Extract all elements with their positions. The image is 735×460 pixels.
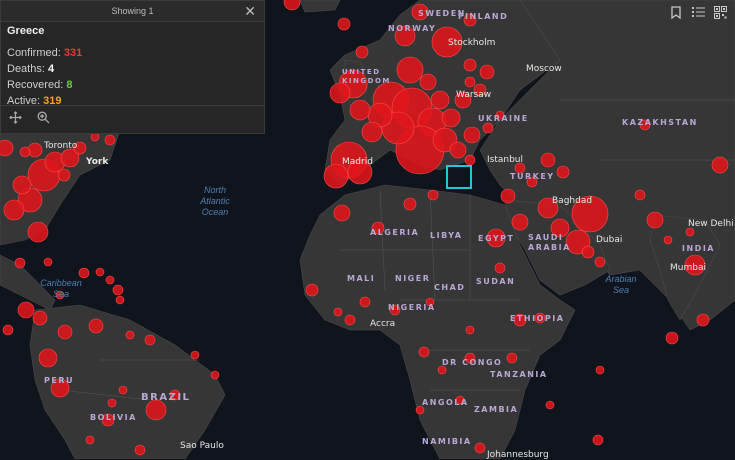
label-norway: NORWAY <box>388 24 437 33</box>
label-zambia: ZAMBIA <box>474 405 519 414</box>
label-kazakhstan: KAZAKHSTAN <box>622 118 698 127</box>
city-mumbai: Mumbai <box>670 263 706 273</box>
city-moscow: Moscow <box>526 64 562 74</box>
label-namibia: NAMIBIA <box>422 437 472 446</box>
label-turkey: TURKEY <box>510 172 555 181</box>
city-york: York <box>86 157 109 167</box>
qr-icon[interactable] <box>711 3 729 21</box>
label-bolivia: BOLIVIA <box>90 413 137 422</box>
popup-header: Showing 1 ✕ <box>1 1 264 22</box>
iceland-landmass <box>299 0 341 13</box>
popup-divider <box>1 105 264 106</box>
label-egypt: EGYPT <box>478 234 515 243</box>
deaths-row: Deaths: 4 <box>7 61 258 77</box>
label-niger: NIGER <box>395 274 431 283</box>
city-sao-paulo: Sao Paulo <box>180 441 224 451</box>
label-arabian-sea: Arabian Sea <box>605 274 637 295</box>
deaths-label: Deaths: <box>7 63 45 75</box>
zoom-icon[interactable] <box>35 111 51 127</box>
label-peru: PERU <box>44 376 74 385</box>
confirmed-label: Confirmed: <box>7 47 61 59</box>
city-dubai: Dubai <box>596 235 623 245</box>
city-warsaw: Warsaw <box>456 90 492 100</box>
popup-tools <box>7 111 51 127</box>
list-icon[interactable] <box>689 3 707 21</box>
recovered-value: 8 <box>66 79 73 91</box>
close-icon[interactable]: ✕ <box>244 1 256 21</box>
city-new-delhi: New Delhi <box>688 219 734 229</box>
label-ukraine: UKRAINE <box>478 114 529 123</box>
move-icon[interactable] <box>7 111 23 127</box>
deaths-value: 4 <box>47 63 55 75</box>
confirmed-value: 331 <box>63 47 83 59</box>
city-madrid: Madrid <box>342 157 373 167</box>
bookmark-icon[interactable] <box>667 3 685 21</box>
selected-feature-highlight[interactable] <box>446 165 472 189</box>
feature-popup: Showing 1 ✕ Greece Confirmed: 331 Deaths… <box>0 0 265 134</box>
popup-body: Greece Confirmed: 331 Deaths: 4 Recovere… <box>1 22 264 112</box>
label-sudan: SUDAN <box>476 277 516 286</box>
city-accra: Accra <box>370 319 396 329</box>
city-toronto: Toronto <box>44 141 78 151</box>
label-united-kingdom: UNITED KINGDOM <box>342 68 391 85</box>
label-tanzania: TANZANIA <box>490 370 548 379</box>
map-toolbar <box>667 3 729 21</box>
label-mali: MALI <box>347 274 376 283</box>
label-india: INDIA <box>682 244 715 253</box>
label-algeria: ALGERIA <box>370 228 420 237</box>
city-stockholm: Stockholm <box>448 38 496 48</box>
label-dr-congo: DR CONGO <box>442 358 503 367</box>
label-north-atlantic-ocean: North Atlantic Ocean <box>200 185 230 217</box>
label-nigeria: NIGERIA <box>388 303 436 312</box>
recovered-row: Recovered: 8 <box>7 77 258 93</box>
label-caribbean-sea: Caribbean Sea <box>40 278 82 299</box>
label-libya: LIBYA <box>430 231 463 240</box>
confirmed-row: Confirmed: 331 <box>7 45 258 61</box>
label-brazil: BRAZIL <box>141 392 191 403</box>
popup-header-label: Showing 1 <box>111 6 154 16</box>
popup-title: Greece <box>7 25 45 37</box>
label-finland: FINLAND <box>458 12 509 21</box>
label-chad: CHAD <box>434 283 466 292</box>
city-istanbul: Istanbul <box>487 155 524 165</box>
label-angola: ANGOLA <box>422 398 469 407</box>
recovered-label: Recovered: <box>7 79 64 91</box>
active-row: Active: 319 <box>7 93 258 109</box>
label-saudi-arabia: SAUDI ARABIA <box>528 233 571 252</box>
city-baghdad: Baghdad <box>552 196 593 206</box>
label-ethiopia: ETHIOPIA <box>510 314 565 323</box>
